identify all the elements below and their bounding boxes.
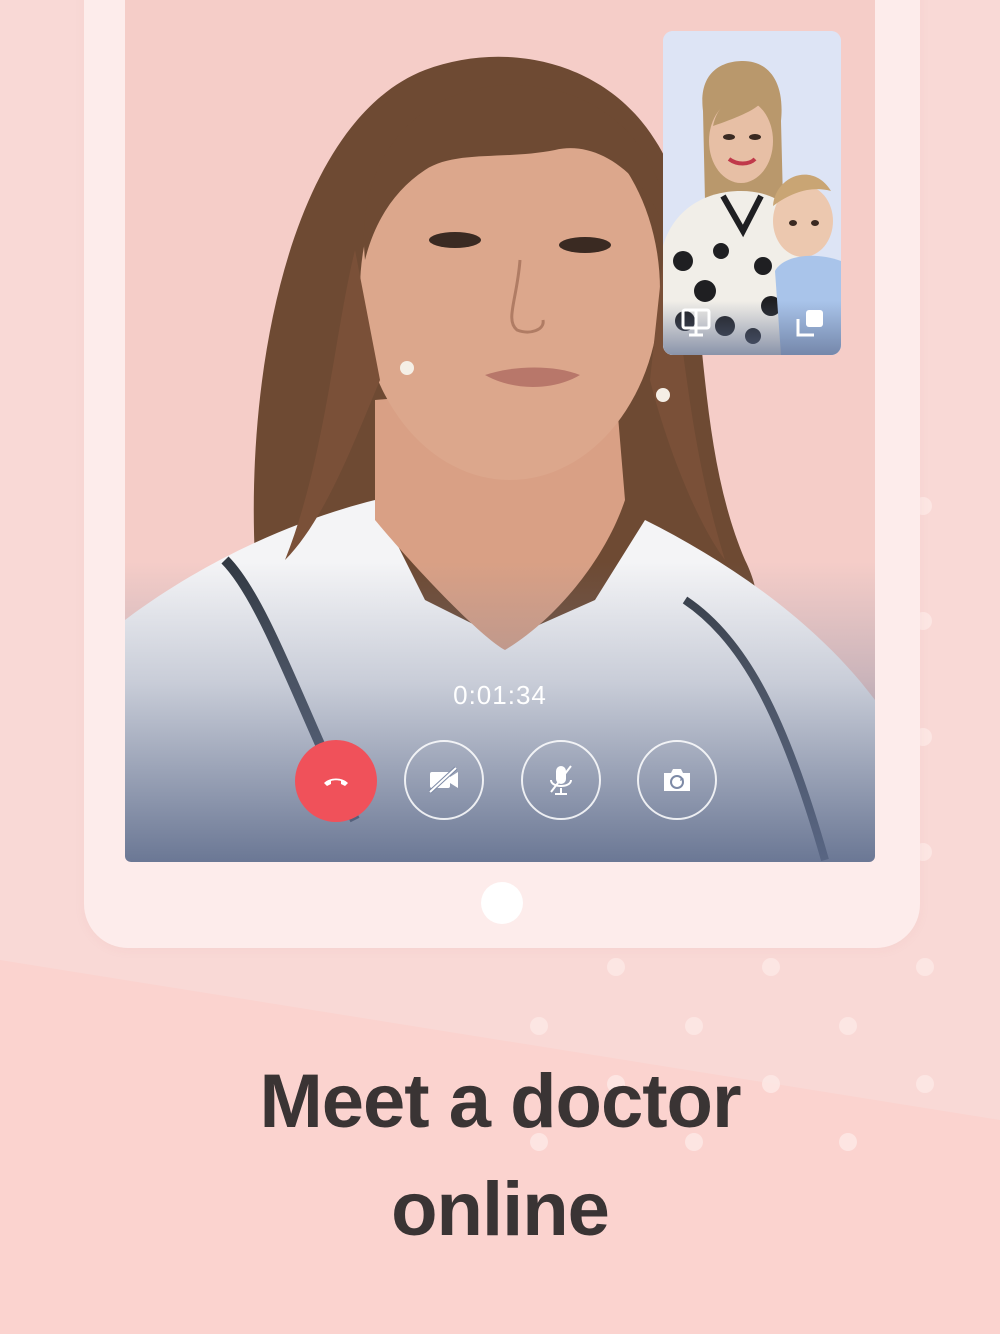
- self-video-preview[interactable]: [663, 31, 841, 355]
- video-off-icon: [428, 766, 458, 794]
- marketing-headline: Meet a doctor online: [0, 1048, 1000, 1264]
- call-controls: [125, 740, 875, 824]
- swap-view-icon[interactable]: [794, 307, 824, 337]
- call-timer: 0:01:34: [453, 680, 547, 710]
- camera-toggle-button[interactable]: [404, 740, 484, 820]
- tablet-home-button[interactable]: [481, 882, 523, 924]
- camera-switch-icon: [664, 769, 690, 791]
- mic-off-icon: [550, 765, 572, 795]
- headline-line-1: Meet a doctor: [259, 1059, 741, 1144]
- hang-up-icon: [324, 778, 348, 786]
- mute-button[interactable]: [521, 740, 601, 820]
- headline-line-2: online: [391, 1167, 610, 1252]
- end-call-button[interactable]: [295, 740, 377, 822]
- layout-split-icon[interactable]: [680, 307, 711, 337]
- switch-camera-button[interactable]: [637, 740, 717, 820]
